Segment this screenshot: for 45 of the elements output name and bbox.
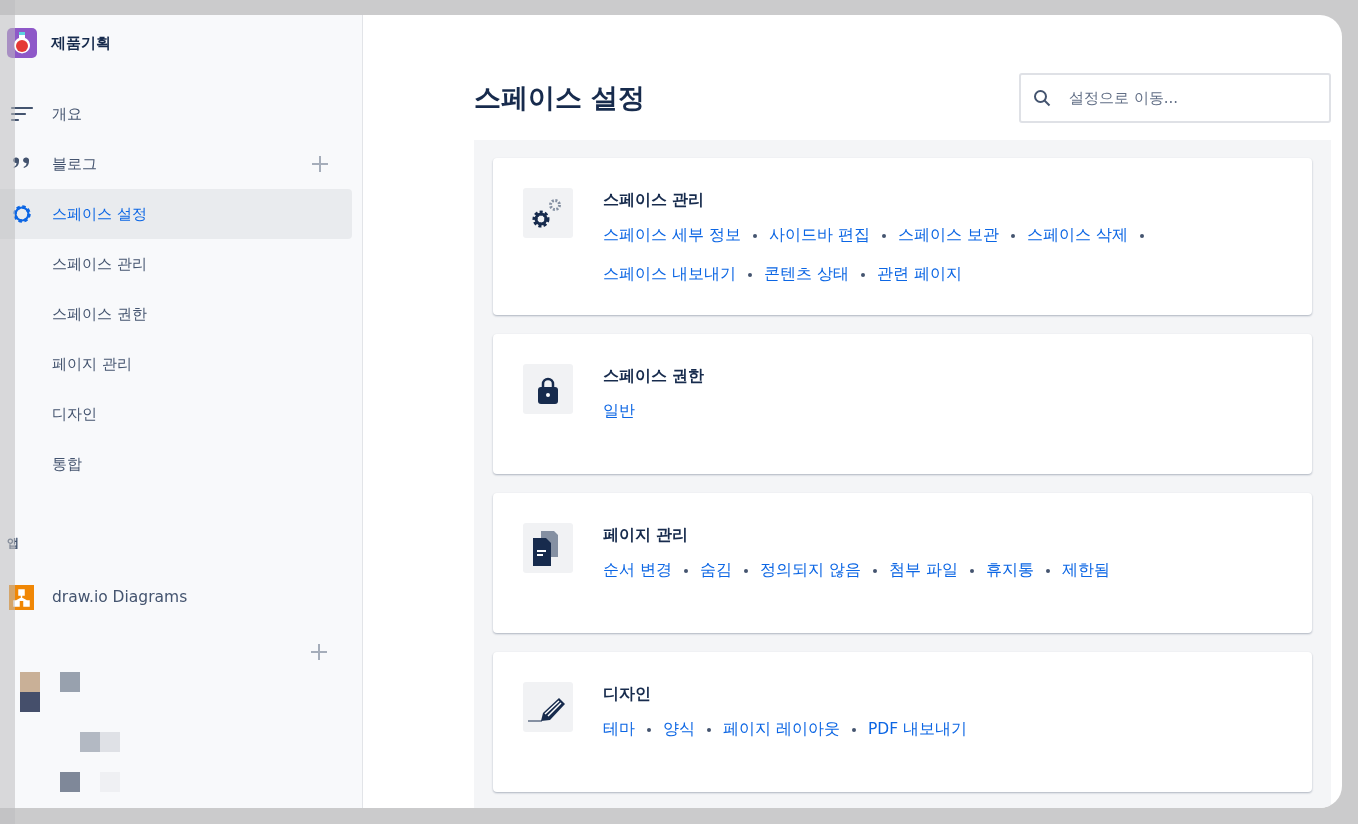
sidebar-subitem[interactable]: 스페이스 권한 <box>0 289 352 339</box>
settings-link[interactable]: 페이지 레이아웃 <box>723 719 840 740</box>
documents-icon <box>523 523 573 573</box>
settings-link[interactable]: 스페이스 삭제 <box>1026 225 1128 246</box>
settings-link[interactable]: 사이드바 편집 <box>768 225 870 246</box>
settings-link[interactable]: 일반 <box>603 401 635 422</box>
settings-icon <box>10 202 34 226</box>
sidebar-item[interactable]: 스페이스 설정 <box>0 189 352 239</box>
sidebar-item[interactable]: 개요 <box>0 89 352 139</box>
card-title: 디자인 <box>603 684 652 705</box>
app-item[interactable]: draw.io Diagrams <box>0 572 362 622</box>
settings-link[interactable]: 양식 <box>663 719 695 740</box>
gears-icon <box>523 188 573 238</box>
settings-link[interactable]: 순서 변경 <box>603 560 672 581</box>
card-title: 스페이스 권한 <box>603 366 705 387</box>
settings-link[interactable]: PDF 내보내기 <box>867 719 968 740</box>
sidebar-subitem[interactable]: 스페이스 관리 <box>0 239 352 289</box>
settings-link[interactable]: 휴지통 <box>985 560 1034 581</box>
add-icon[interactable] <box>309 642 329 662</box>
settings-link[interactable]: 정의되지 않음 <box>759 560 861 581</box>
sidebar-subitem[interactable]: 통합 <box>0 439 352 489</box>
lock-icon <box>523 364 573 414</box>
settings-link[interactable]: 콘텐츠 상태 <box>763 264 849 285</box>
card-title: 스페이스 관리 <box>603 190 706 211</box>
settings-link[interactable]: 스페이스 세부 정보 <box>603 225 741 246</box>
settings-link[interactable]: 제한됨 <box>1061 560 1110 581</box>
pencil-icon <box>523 682 573 732</box>
settings-link[interactable]: 숨김 <box>699 560 732 581</box>
settings-link[interactable]: 관련 페이지 <box>876 264 962 285</box>
search-field[interactable]: 설정으로 이동... <box>1019 73 1331 123</box>
sidebar-subitem[interactable]: 페이지 관리 <box>0 339 352 389</box>
search-icon <box>1033 89 1051 107</box>
space-name: 제품기획 <box>51 33 111 53</box>
diagram-app-icon <box>9 584 34 610</box>
card-title: 페이지 관리 <box>603 525 690 546</box>
sidebar-item[interactable]: 블로그 <box>0 139 352 189</box>
page-title: 스페이스 설정 <box>474 81 646 115</box>
sidebar-subitem[interactable]: 디자인 <box>0 389 352 439</box>
add-icon[interactable] <box>310 154 330 174</box>
settings-link[interactable]: 스페이스 내보내기 <box>603 264 736 285</box>
settings-link[interactable]: 테마 <box>603 719 635 740</box>
section-heading: 앱 <box>7 535 20 552</box>
space-logo-icon[interactable] <box>7 28 37 58</box>
settings-link[interactable]: 첨부 파일 <box>888 560 958 581</box>
settings-link[interactable]: 스페이스 보관 <box>897 225 999 246</box>
